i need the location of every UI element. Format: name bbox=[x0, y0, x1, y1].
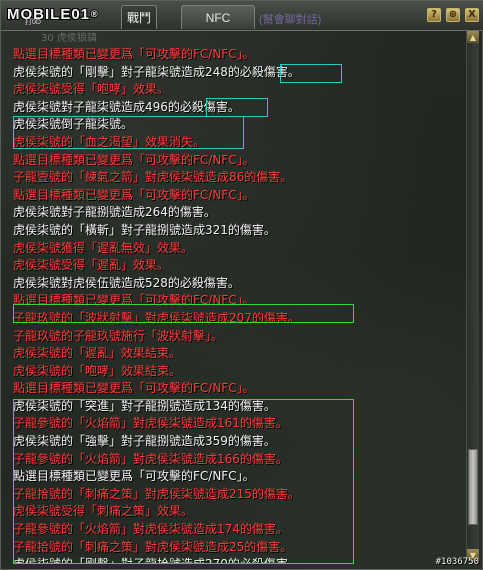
log-line: 虎侯柒號倒子龍柒號。 bbox=[13, 117, 134, 132]
settings-icon: ⊕ bbox=[448, 9, 458, 20]
tab-battle-label: 戰鬥 bbox=[126, 11, 151, 25]
settings-button[interactable]: ⊕ bbox=[446, 8, 460, 22]
help-icon: ? bbox=[431, 9, 437, 20]
log-line: 子龍拾號的「刺痛之策」對虎侯柒號造成25的傷害。 bbox=[13, 539, 293, 554]
log-line: 虎侯柒號的「咆哮」效果結束。 bbox=[13, 363, 182, 378]
log-line: 虎侯柒號的「強擊」對子龍捌號造成359的傷害。 bbox=[13, 434, 276, 449]
watermark-id: #1036750 bbox=[435, 557, 479, 567]
game-chat-window: MOBILE01 ® 打0D 戰鬥 NFC (幫會聊對話) ? ⊕ X 30 虎侯… bbox=[0, 0, 483, 570]
tab-ghost-label: (幫會聊對話) bbox=[259, 14, 322, 26]
log-line: 子龍參號的「火焰箭」對虎侯柒號造成161的傷害。 bbox=[13, 416, 288, 431]
log-line: 虎侯柒號受得「遲亂」效果。 bbox=[13, 258, 170, 273]
log-line: 虎侯柒號受得「刺痛之策」效果。 bbox=[13, 504, 194, 519]
log-line: 虎侯柒號的「剛擊」對子龍柒號造成248的必殺傷害。 bbox=[13, 64, 300, 79]
log-line: 虎侯柒號的「血之渴望」效果消失。 bbox=[13, 134, 206, 149]
tab-battle[interactable]: 戰鬥 bbox=[121, 5, 157, 29]
log-line: 子龍壹號的「練氣之箭」對虎侯柒號造成86的傷害。 bbox=[13, 170, 293, 185]
log-line: 虎侯柒號對子龍柒號造成496的必殺傷害。 bbox=[13, 99, 240, 114]
log-line: 點選目標種類已變更爲「可攻擊的FC/NFC」。 bbox=[13, 152, 255, 167]
close-icon: X bbox=[468, 9, 476, 20]
log-line: 點選目標種類已變更爲「可攻擊的FC/NFC」。 bbox=[13, 293, 255, 308]
log-line: 虎侯柒號對子龍捌號造成264的傷害。 bbox=[13, 205, 216, 220]
log-line: 虎侯柒號受得「咆哮」效果。 bbox=[13, 82, 170, 97]
tab-nfc-label: NFC bbox=[205, 10, 231, 25]
logo-text: MOBILE01 bbox=[7, 5, 91, 23]
log-line: 虎侯柒號對虎侯伍號造成528的必殺傷害。 bbox=[13, 275, 240, 290]
ghost-header-text: 30 虎侯狼鎮 bbox=[41, 33, 97, 44]
log-scrollbar[interactable]: ▲ ▼ bbox=[466, 31, 479, 565]
log-line: 子龍玖號的「波狀射擊」對虎侯柒號造成207的傷害。 bbox=[13, 310, 300, 325]
log-line: 子龍玖號的子龍玖號施行「波狀射擊」。 bbox=[13, 328, 224, 343]
scrollbar-thumb[interactable] bbox=[468, 449, 478, 525]
log-line: 虎侯柒號的「剛擊」對子龍拾號造成270的必殺傷害。 bbox=[13, 556, 461, 564]
log-line: 虎侯柒號的「橫斬」對子龍捌號造成321的傷害。 bbox=[13, 222, 276, 237]
log-line: 點選目標種類已變更爲「可攻擊的FC/NFC」。 bbox=[13, 187, 255, 202]
scroll-up-arrow-icon[interactable]: ▲ bbox=[467, 31, 479, 43]
logo-registered-mark: ® bbox=[91, 9, 99, 19]
log-line: 虎侯柒號的「遲亂」效果結束。 bbox=[13, 346, 182, 361]
log-line: 子龍參號的「火焰箭」對虎侯柒號造成174的傷害。 bbox=[13, 522, 288, 537]
tab-nfc[interactable]: NFC bbox=[181, 5, 255, 29]
chat-tab-bar: MOBILE01 ® 打0D 戰鬥 NFC (幫會聊對話) ? ⊕ X bbox=[1, 1, 483, 31]
log-line: 虎侯柒號獲得「遲亂無效」效果。 bbox=[13, 240, 194, 255]
log-line: 虎侯柒號的「突進」對子龍捌號造成134的傷害。 bbox=[13, 398, 276, 413]
log-line: 點選目標種類已變更爲「可攻擊的FC/NFC」。 bbox=[13, 381, 255, 396]
help-button[interactable]: ? bbox=[427, 8, 441, 22]
log-line: 點選目標種類已變更爲「可攻擊的FC/NFC」。 bbox=[13, 47, 255, 61]
close-button[interactable]: X bbox=[465, 8, 479, 22]
logo-subtext: 打0D bbox=[25, 19, 41, 26]
log-line: 子龍拾號的「刺痛之策」對虎侯柒號造成215的傷害。 bbox=[13, 486, 300, 501]
log-line: 點選目標種類已變更爲「可攻擊的FC/NFC」。 bbox=[13, 469, 255, 484]
combat-log[interactable]: 點選目標種類已變更爲「可攻擊的FC/NFC」。虎侯柒號的「剛擊」對子龍柒號造成2… bbox=[13, 46, 461, 564]
mobile01-logo: MOBILE01 ® bbox=[3, 3, 103, 25]
log-line: 子龍參號的「火焰箭」對虎侯柒號造成166的傷害。 bbox=[13, 451, 288, 466]
